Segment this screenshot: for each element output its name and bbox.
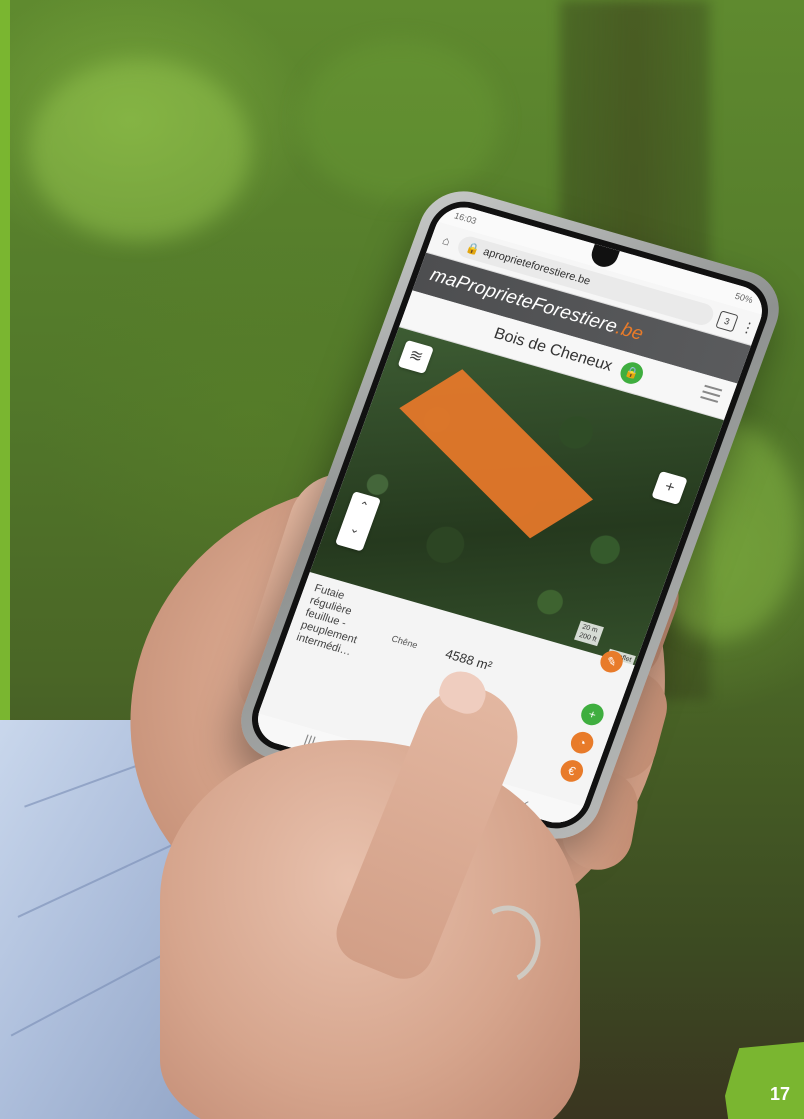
status-battery: 50% — [733, 290, 755, 306]
tab-switcher-button[interactable]: 3 — [715, 310, 739, 333]
more-menu-icon[interactable]: ⋮ — [739, 317, 758, 336]
page-number: 17 — [769, 1084, 790, 1104]
lock-icon: 🔒 — [464, 241, 482, 257]
hamburger-menu-icon[interactable] — [699, 384, 723, 407]
zoom-in-button[interactable]: + — [651, 470, 688, 505]
foliage-blur — [300, 40, 500, 200]
lock-toggle-button[interactable]: 🔒 — [617, 359, 646, 387]
stand-area: 4588 m² — [443, 646, 495, 674]
stand-description: Futaie régulière feuillue - peuplement i… — [294, 582, 359, 659]
stand-species: Chêne — [390, 633, 420, 650]
info-button[interactable]: € — [557, 757, 587, 785]
brand-tld: .be — [613, 317, 647, 345]
status-time: 16:03 — [452, 210, 478, 227]
scroll-arrows-control[interactable]: ⌃ ⌄ — [334, 491, 382, 552]
photo-background: 16:03 50% ⌂ 🔒 aproprieteforestiere.be 3 … — [0, 0, 804, 1119]
home-icon[interactable]: ⌂ — [437, 232, 455, 249]
map-scale: 20 m 200 ft — [574, 620, 604, 647]
forest-parcel-polygon[interactable] — [399, 369, 594, 539]
foliage-blur — [30, 60, 250, 240]
layers-icon[interactable]: ≋ — [397, 339, 434, 374]
